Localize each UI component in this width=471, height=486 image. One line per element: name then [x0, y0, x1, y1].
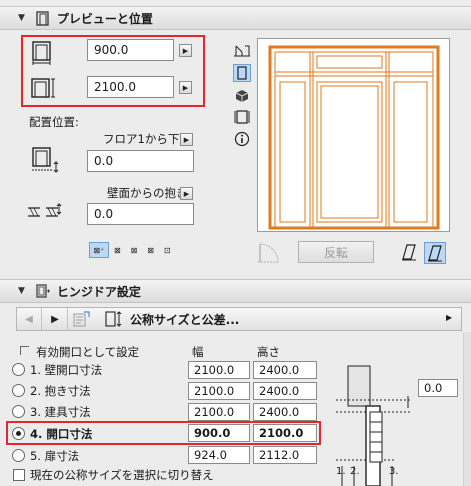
3d-view-icon[interactable]	[233, 87, 251, 105]
height-icon	[31, 78, 55, 98]
door-frame-icon	[36, 11, 49, 26]
door-elevation-drawing	[268, 45, 440, 230]
size-height-cell[interactable]: 2400.0	[253, 361, 317, 379]
hinge-section-header[interactable]: ▼ ヒンジドア設定	[0, 279, 471, 303]
hinge-right-icon[interactable]	[424, 242, 446, 264]
anchor-mode-group: ⊠⁺ ⊠ ⊠ ⊠ ⊡	[89, 242, 175, 258]
width-input[interactable]: 900.0	[87, 39, 174, 61]
switch-nominal-label: 現在の公称サイズを選択に切り替え	[30, 468, 214, 482]
dropdown-arrow-icon[interactable]: ▶	[446, 313, 452, 322]
size-option-radio-4[interactable]	[12, 427, 25, 440]
size-width-cell[interactable]: 2100.0	[188, 361, 250, 379]
info-icon[interactable]	[233, 130, 251, 148]
collapse-triangle-icon[interactable]: ▼	[18, 13, 25, 23]
placement-label: 配置位置:	[29, 115, 79, 129]
next-page-button[interactable]: ▶	[43, 308, 68, 330]
switch-nominal-checkbox[interactable]	[13, 469, 25, 481]
door-preview-canvas	[257, 38, 450, 232]
diagram-label-2: 2.	[350, 466, 360, 477]
scrollbar-track[interactable]	[463, 332, 471, 486]
dropdown-label: 公称サイズと公差...	[130, 312, 240, 327]
size-option-radio-5[interactable]	[12, 449, 25, 462]
size-option-label: 1. 壁開口寸法	[30, 363, 103, 377]
prev-page-button[interactable]: ◀	[17, 308, 42, 330]
floor-label: フロア1から下端	[103, 132, 191, 146]
anchor-mode-3-icon[interactable]: ⊠	[126, 242, 142, 258]
size-width-cell[interactable]: 2100.0	[188, 382, 250, 400]
anchor-mode-4-icon[interactable]: ⊠	[143, 242, 159, 258]
size-width-cell[interactable]: 2100.0	[188, 403, 250, 421]
size-option-label: 3. 建具寸法	[30, 405, 91, 419]
effective-opening-label: 有効開口として設定	[36, 345, 140, 359]
size-height-cell[interactable]: 2400.0	[253, 382, 317, 400]
size-width-cell[interactable]: 924.0	[188, 446, 250, 464]
opening-section-diagram	[336, 365, 410, 486]
anchor-mode-2-icon[interactable]: ⊠	[110, 242, 126, 258]
column-width-header: 幅	[192, 345, 204, 359]
size-option-label: 5. 扉寸法	[30, 449, 80, 463]
wall-reveal-input[interactable]: 0.0	[87, 203, 194, 225]
section-title: プレビューと位置	[56, 11, 153, 26]
diagram-label-3: 3.	[389, 466, 399, 477]
page-list-icon[interactable]	[72, 311, 92, 328]
elevation-view-icon[interactable]	[233, 64, 251, 82]
dimension-icon	[105, 311, 122, 327]
preview-section-header[interactable]: ▼ プレビューと位置	[0, 6, 471, 30]
page-dropdown[interactable]: 公称サイズと公差...	[100, 308, 460, 330]
wall-reveal-label: 壁面からの抱き	[107, 186, 188, 200]
width-icon	[32, 41, 51, 65]
size-option-label: 4. 開口寸法	[30, 427, 93, 441]
size-height-cell[interactable]: 2100.0	[253, 424, 317, 442]
anchor-mode-5-icon[interactable]: ⊡	[159, 242, 175, 258]
size-option-radio-1[interactable]	[12, 363, 25, 376]
plan-view-icon[interactable]	[233, 42, 251, 58]
flip-button[interactable]: 反転	[298, 241, 374, 263]
section-title: ヒンジドア設定	[56, 284, 141, 299]
size-width-cell[interactable]: 900.0	[188, 424, 250, 442]
effective-opening-tick	[20, 346, 29, 355]
side-offset-input[interactable]: 0.0	[418, 379, 458, 397]
collapse-triangle-icon[interactable]: ▼	[18, 286, 25, 296]
size-height-cell[interactable]: 2112.0	[253, 446, 317, 464]
diagram-label-1: 1.	[336, 466, 346, 477]
width-menu-button[interactable]: ▶	[179, 44, 192, 57]
height-input[interactable]: 2100.0	[87, 76, 174, 98]
section-view-icon[interactable]	[233, 108, 251, 126]
column-height-header: 高さ	[257, 345, 280, 359]
door-swing-icon	[258, 243, 279, 263]
height-menu-button[interactable]: ▶	[179, 81, 192, 94]
anchor-mode-1-icon[interactable]: ⊠⁺	[89, 242, 109, 258]
wall-menu-button[interactable]: ▶	[180, 187, 193, 200]
wall-reveal-icon	[28, 203, 62, 217]
size-option-label: 2. 抱き寸法	[30, 384, 91, 398]
door-settings-icon	[36, 284, 50, 298]
hinge-left-icon[interactable]	[399, 242, 419, 262]
size-height-cell[interactable]: 2400.0	[253, 403, 317, 421]
floor-offset-input[interactable]: 0.0	[87, 150, 194, 172]
sill-height-icon	[32, 147, 59, 173]
size-option-radio-2[interactable]	[12, 384, 25, 397]
size-option-radio-3[interactable]	[12, 405, 25, 418]
floor-menu-button[interactable]: ▶	[180, 133, 193, 146]
